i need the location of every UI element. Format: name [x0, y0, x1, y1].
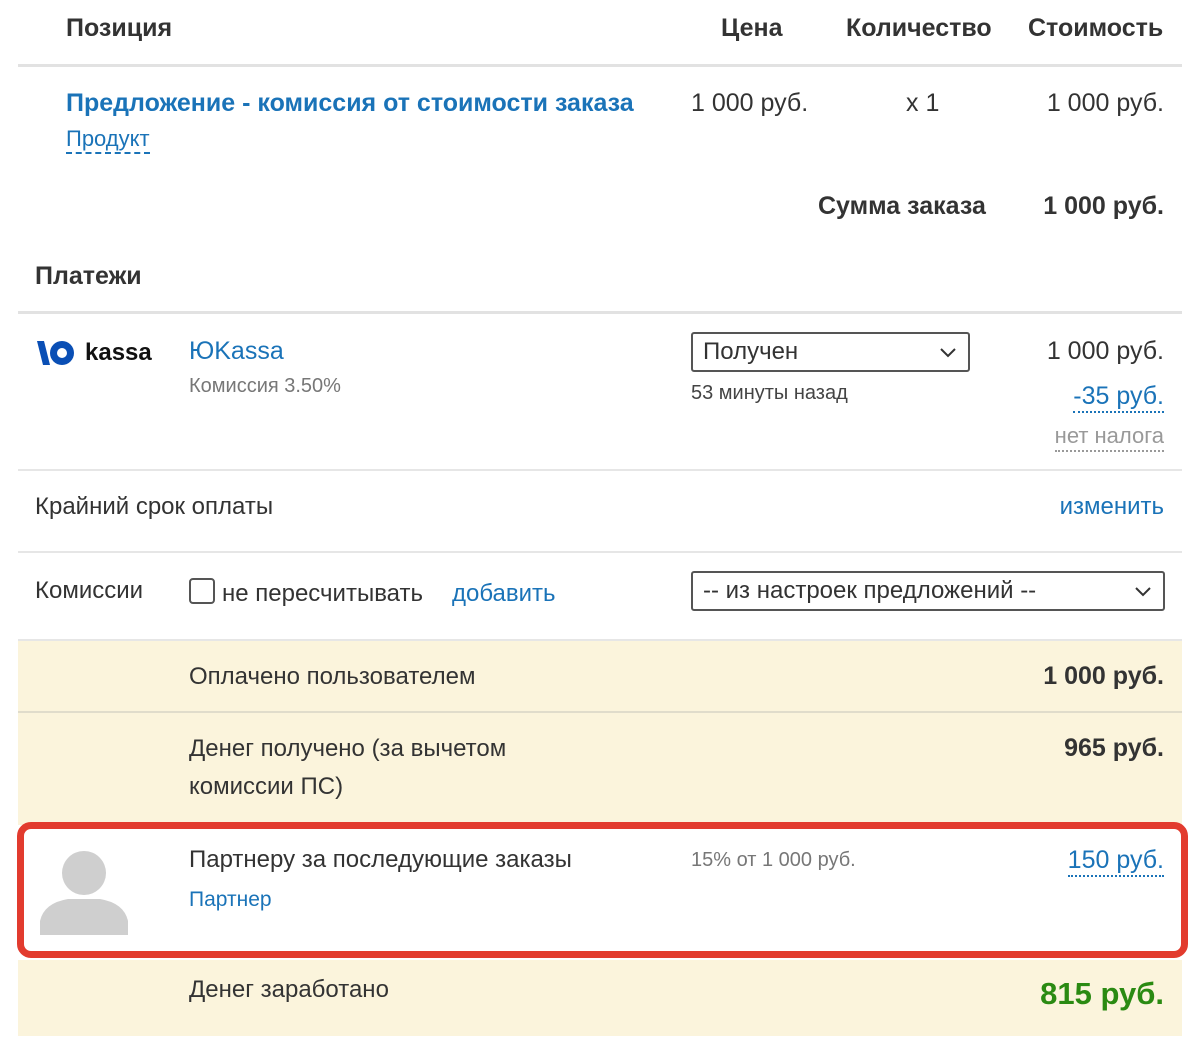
partner-role-link[interactable]: Партнер — [189, 888, 272, 912]
item-cost: 1 000 руб. — [1046, 89, 1164, 117]
yookassa-logo-icon — [37, 341, 74, 365]
payment-status-select[interactable]: Получен — [691, 332, 970, 372]
commission-source-value: -- из настроек предложений -- — [703, 577, 1037, 604]
no-recalculate-checkbox[interactable] — [189, 578, 215, 604]
received-value: 965 руб. — [1064, 734, 1164, 762]
order-total-label: Сумма заказа — [818, 192, 986, 220]
deadline-divider — [18, 469, 1182, 471]
user-avatar-icon — [40, 851, 128, 935]
received-row — [18, 713, 1182, 825]
paid-label: Оплачено пользователем — [189, 663, 476, 690]
add-commission-link[interactable]: добавить — [452, 580, 556, 608]
column-header-quantity: Количество — [846, 14, 992, 42]
partner-amount-link[interactable]: 150 руб. — [1067, 845, 1164, 877]
received-label-line1: Денег получено (за вычетом — [189, 735, 507, 762]
payment-fee-link[interactable]: -35 руб. — [1073, 381, 1164, 413]
column-header-price: Цена — [721, 14, 783, 42]
item-quantity: x 1 — [906, 89, 940, 117]
yookassa-logo: kassa — [35, 338, 152, 368]
commissions-divider — [18, 551, 1182, 553]
payment-commission: Комиссия 3.50% — [189, 375, 341, 397]
commissions-label: Комиссии — [35, 577, 144, 604]
received-label-line2: комиссии ПС) — [189, 773, 344, 800]
payment-provider-link[interactable]: ЮKassa — [189, 337, 284, 366]
item-type-link[interactable]: Продукт — [66, 126, 150, 154]
payment-status-value: Получен — [703, 338, 799, 365]
partner-formula: 15% от 1 000 руб. — [691, 849, 856, 871]
column-header-position: Позиция — [66, 14, 173, 42]
earned-value: 815 руб. — [1040, 976, 1164, 1011]
order-total-value: 1 000 руб. — [1043, 192, 1164, 220]
chevron-down-icon — [940, 348, 956, 358]
payments-title: Платежи — [35, 262, 142, 290]
item-name-link[interactable]: Предложение - комиссия от стоимости зака… — [66, 89, 634, 118]
payments-divider — [18, 311, 1182, 314]
payment-time: 53 минуты назад — [691, 382, 848, 404]
column-header-cost: Стоимость — [1028, 14, 1164, 42]
deadline-label: Крайний срок оплаты — [35, 493, 274, 520]
payment-amount: 1 000 руб. — [1046, 337, 1164, 365]
deadline-change-link[interactable]: изменить — [1060, 493, 1164, 521]
header-divider — [18, 64, 1182, 67]
chevron-down-icon — [1135, 587, 1151, 597]
paid-value: 1 000 руб. — [1043, 662, 1164, 690]
earned-label: Денег заработано — [189, 976, 389, 1003]
no-recalculate-label: не пересчитывать — [222, 580, 423, 607]
commission-source-select[interactable]: -- из настроек предложений -- — [691, 571, 1165, 611]
partner-title: Партнеру за последующие заказы — [189, 846, 572, 873]
payment-tax-link[interactable]: нет налога — [1054, 422, 1164, 452]
logo-text: kassa — [85, 339, 152, 366]
item-price: 1 000 руб. — [691, 89, 809, 117]
